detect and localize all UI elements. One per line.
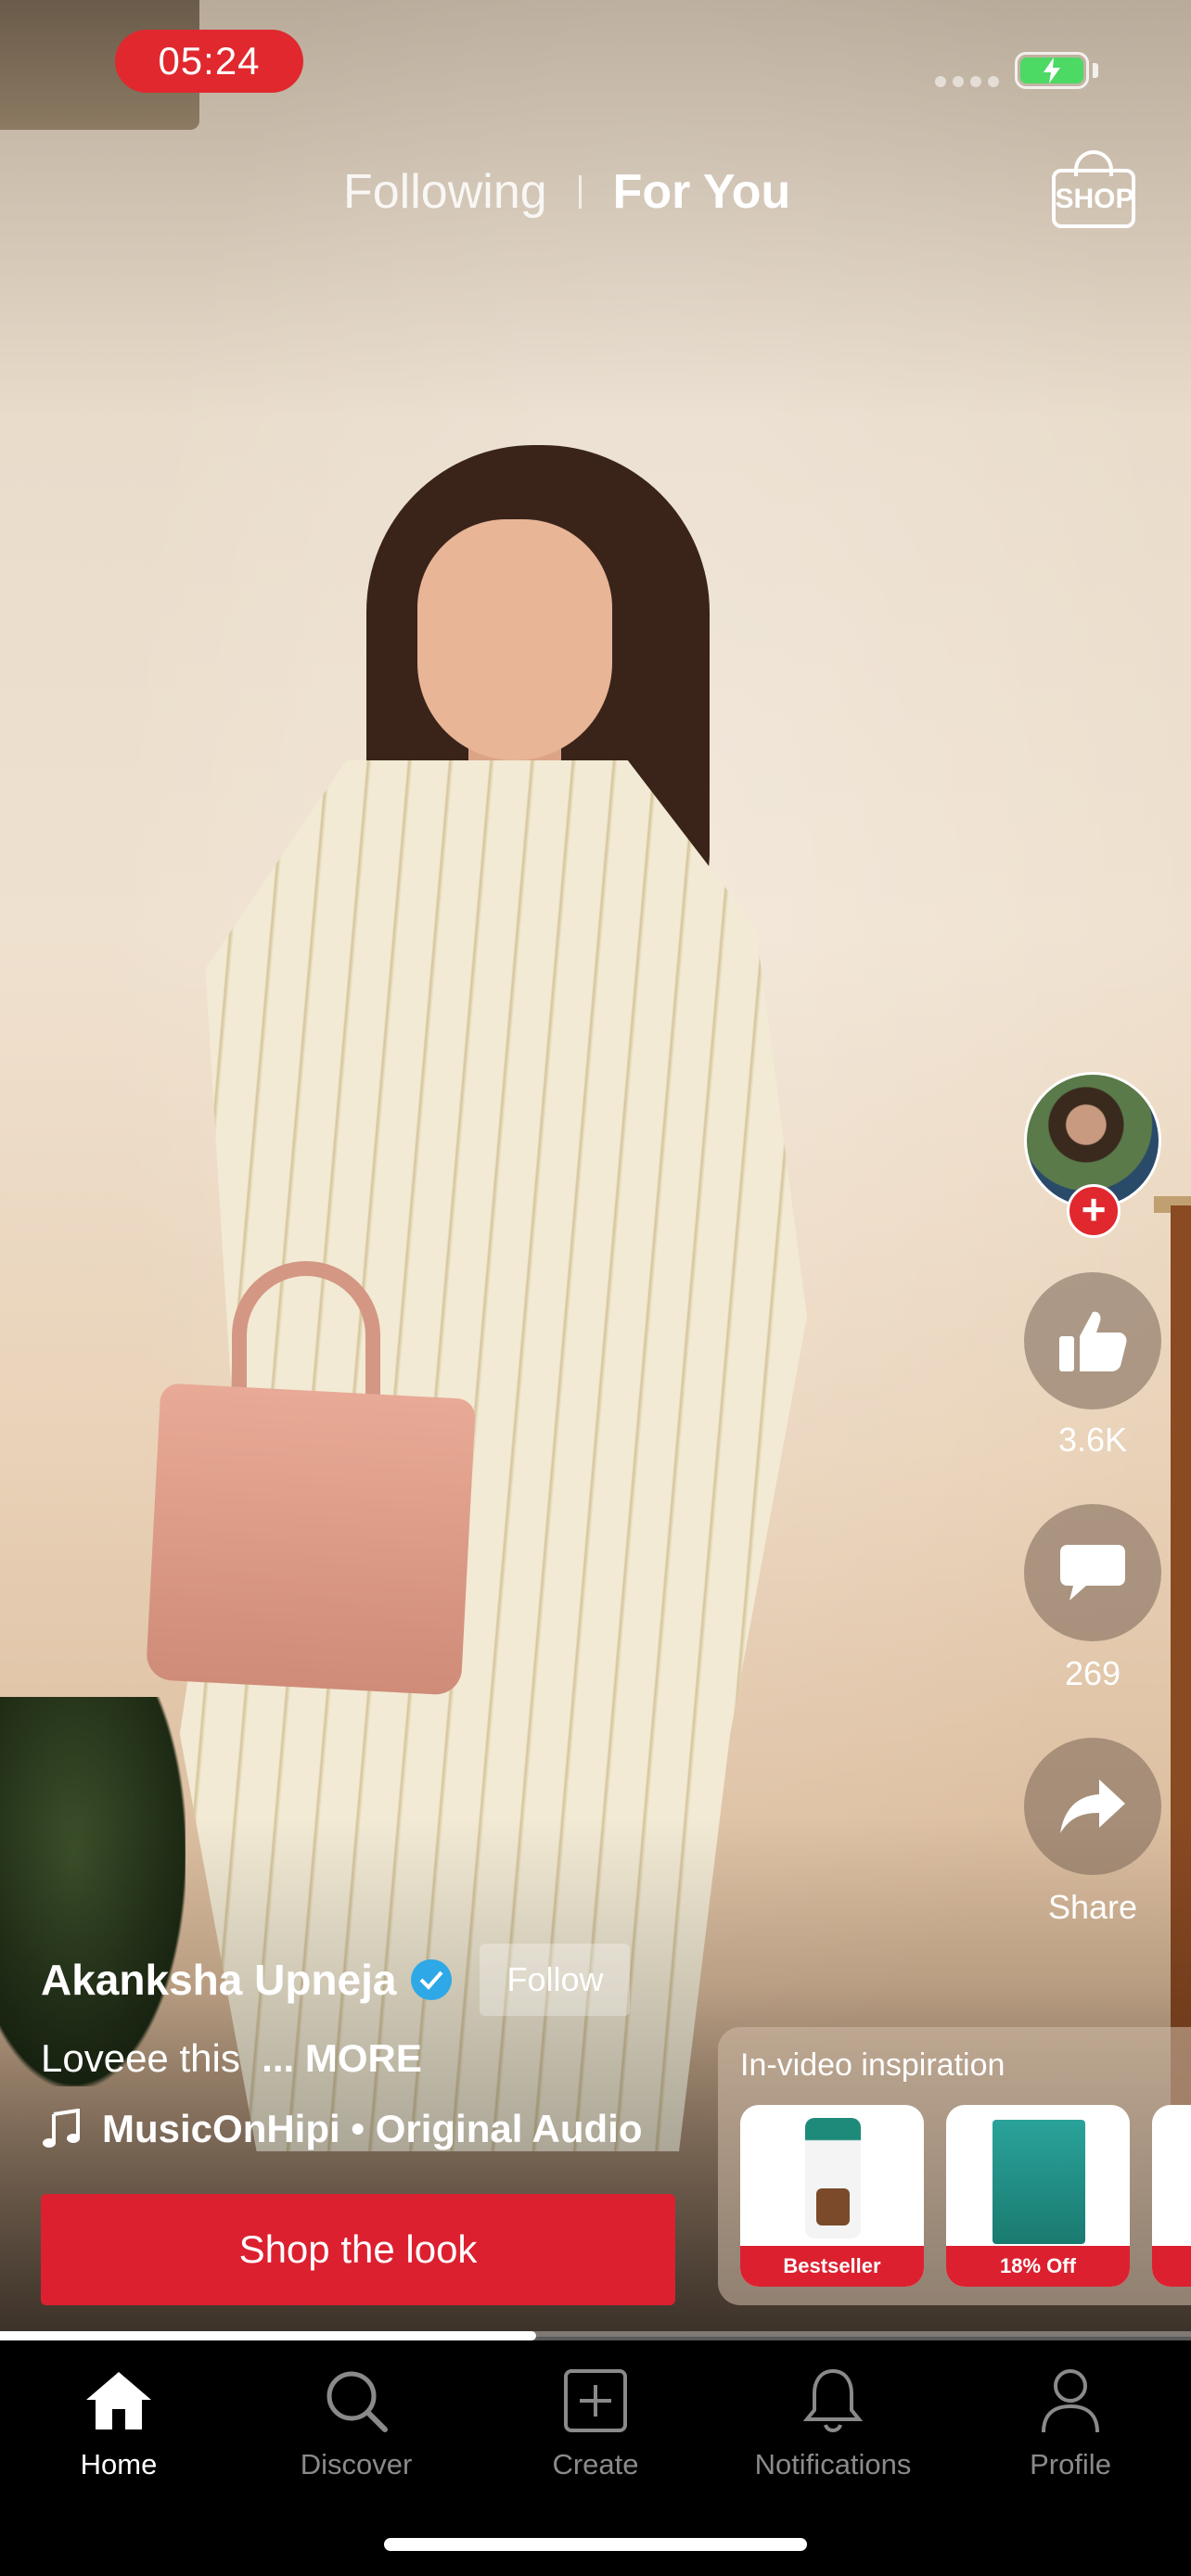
comment-button[interactable]	[1024, 1504, 1161, 1641]
search-icon	[324, 2359, 389, 2442]
battery-cap	[1093, 63, 1098, 78]
inspiration-title: In-video inspiration	[740, 2047, 1005, 2083]
tab-following[interactable]: Following	[343, 164, 547, 220]
video-progress-bar[interactable]	[0, 2331, 1191, 2340]
battery-icon	[1015, 52, 1089, 89]
tab-divider	[578, 175, 582, 209]
nav-home[interactable]: Home	[17, 2359, 221, 2498]
product-label-image	[816, 2188, 850, 2225]
shop-the-look-button[interactable]: Shop the look	[41, 2194, 675, 2305]
like-button[interactable]	[1024, 1272, 1161, 1409]
plus-square-icon	[563, 2359, 628, 2442]
feed-tabs: Following For You	[343, 159, 790, 224]
handbag	[145, 1383, 477, 1696]
product-badge-partial	[1152, 2246, 1191, 2287]
product-badge: Bestseller	[740, 2246, 924, 2287]
bell-icon	[803, 2359, 863, 2442]
in-video-inspiration-panel: In-video inspiration Bestseller 18% Off	[718, 2027, 1191, 2305]
nav-label: Home	[80, 2448, 158, 2480]
shop-label: SHOP	[1055, 184, 1134, 214]
audio-row[interactable]: MusicOnHipi • Original Audio	[41, 2107, 642, 2151]
creator-row: Akanksha Upneja Follow	[41, 1944, 631, 2016]
shop-button[interactable]: SHOP	[1048, 148, 1141, 234]
status-time: 05:24	[115, 30, 303, 93]
share-label: Share	[1047, 1888, 1138, 1926]
product-badge: 18% Off	[946, 2246, 1130, 2287]
post-caption[interactable]: Loveee this ... MORE	[41, 2036, 422, 2081]
signal-icon	[935, 76, 999, 87]
nav-create[interactable]: Create	[493, 2359, 698, 2498]
caption-more-link[interactable]: ... MORE	[262, 2036, 422, 2080]
share-arrow-icon	[1060, 1779, 1125, 1833]
creator-username[interactable]: Akanksha Upneja	[41, 1955, 396, 2005]
tab-for-you[interactable]: For You	[613, 164, 791, 220]
nav-profile[interactable]: Profile	[968, 2359, 1172, 2498]
home-indicator[interactable]	[384, 2538, 807, 2551]
nav-label: Create	[552, 2448, 639, 2480]
nav-label: Profile	[1030, 2448, 1111, 2480]
comment-count: 269	[1064, 1654, 1121, 1692]
verified-icon	[411, 1959, 453, 2000]
nav-label: Notifications	[754, 2448, 912, 2480]
follow-plus-icon[interactable]: +	[1067, 1184, 1121, 1238]
charging-bolt-icon	[1020, 57, 1083, 83]
comment-icon	[1060, 1545, 1125, 1600]
product-card[interactable]: Bestseller	[740, 2105, 924, 2287]
nav-discover[interactable]: Discover	[254, 2359, 458, 2498]
audio-title: MusicOnHipi • Original Audio	[102, 2107, 643, 2150]
person-icon	[1040, 2359, 1101, 2442]
share-button[interactable]	[1024, 1738, 1161, 1875]
nav-label: Discover	[300, 2448, 413, 2480]
video-progress-fill	[0, 2331, 536, 2340]
person-face	[417, 519, 612, 760]
product-box-image	[992, 2120, 1085, 2244]
home-icon	[84, 2359, 153, 2442]
product-card[interactable]: 18% Off	[946, 2105, 1130, 2287]
like-count: 3.6K	[1057, 1421, 1128, 1459]
nav-notifications[interactable]: Notifications	[731, 2359, 935, 2498]
product-card[interactable]	[1152, 2105, 1191, 2287]
caption-text: Loveee this	[41, 2036, 240, 2080]
thumbs-up-icon	[1059, 1311, 1127, 1371]
music-note-icon	[43, 2109, 80, 2148]
follow-button[interactable]: Follow	[480, 1944, 631, 2016]
